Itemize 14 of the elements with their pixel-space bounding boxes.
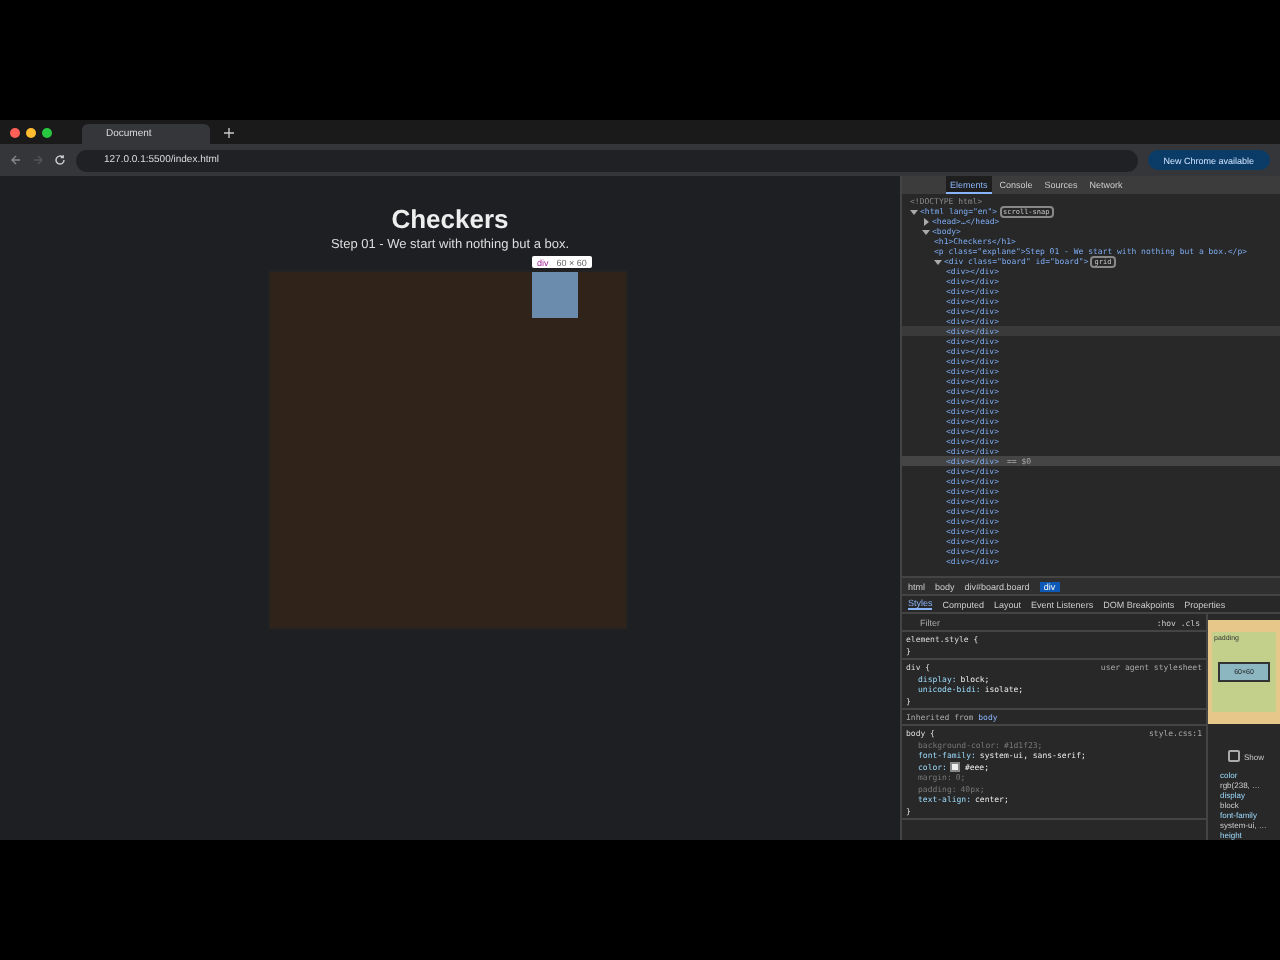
page-title: Checkers <box>391 204 509 236</box>
color-swatch[interactable] <box>950 761 961 772</box>
highlighted-square <box>531 272 577 318</box>
expand-arrow-icon[interactable] <box>910 207 918 215</box>
expand-arrow-icon[interactable] <box>934 257 942 265</box>
close-window-icon[interactable] <box>10 127 20 137</box>
expand-arrow-icon[interactable] <box>922 227 930 235</box>
expand-arrow-icon[interactable] <box>922 217 930 225</box>
zoom-window-icon[interactable] <box>42 127 52 137</box>
checkbox[interactable] <box>1228 750 1240 762</box>
back-icon[interactable] <box>10 154 22 166</box>
new-tab-icon[interactable] <box>224 127 234 137</box>
reload-icon[interactable] <box>54 154 66 166</box>
minimize-window-icon[interactable] <box>26 127 36 137</box>
